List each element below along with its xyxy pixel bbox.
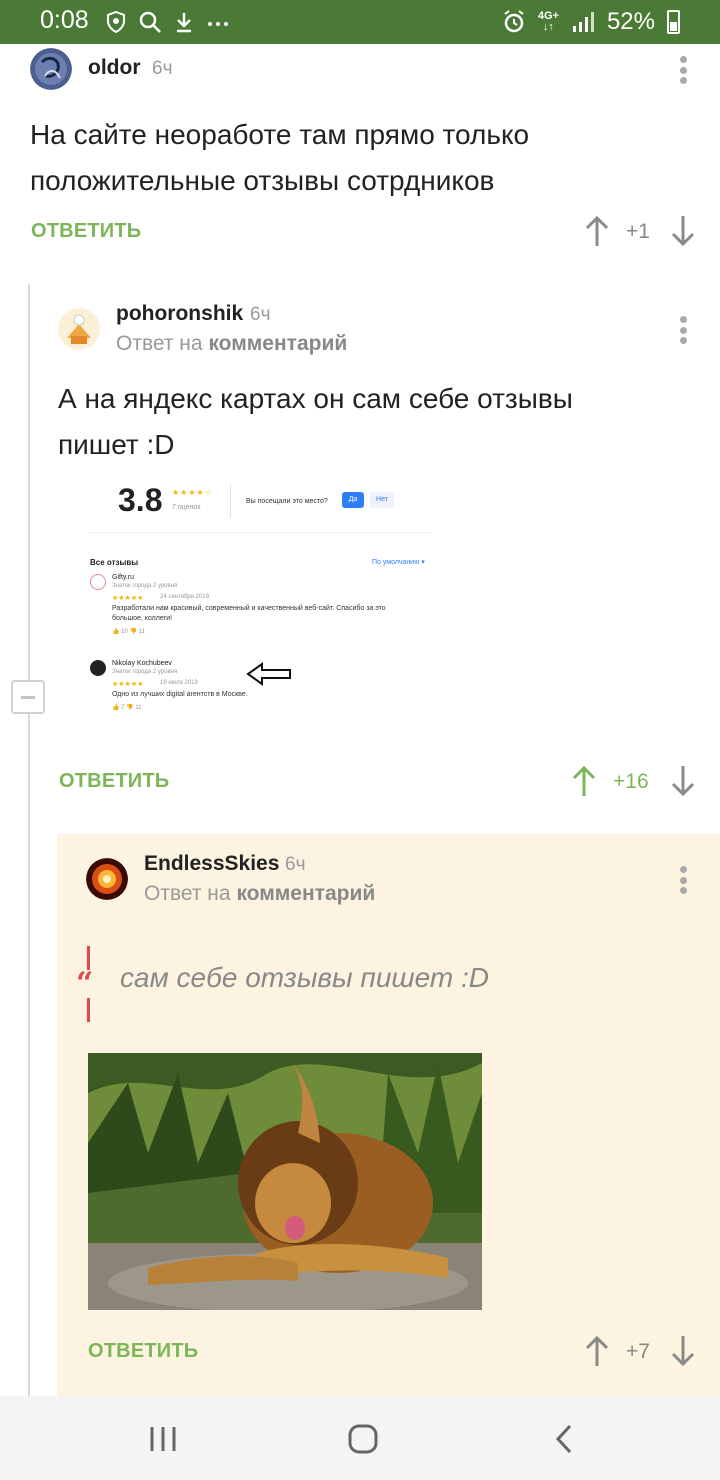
avatar[interactable] <box>58 308 100 350</box>
username[interactable]: EndlessSkies <box>144 852 279 876</box>
comment-image[interactable] <box>88 1053 482 1310</box>
reply-to: Ответ на комментарий <box>144 882 375 906</box>
shield-icon <box>107 10 125 34</box>
comment-score: +7 <box>626 1340 650 1363</box>
visited-yes: Да <box>342 492 364 508</box>
reply-button[interactable]: ОТВЕТИТЬ <box>88 1340 198 1363</box>
comment-image[interactable]: 3.8 ★★★★☆ 7 оценок Вы посещали это место… <box>88 474 432 726</box>
battery-icon <box>667 10 680 34</box>
comment-time: 6ч <box>152 58 173 79</box>
review-text: Разработали нам красивый, современный и … <box>112 605 386 622</box>
comment-score: +1 <box>626 220 650 243</box>
network-icon: 4G+ ↓↑ <box>538 11 559 33</box>
downvote-icon[interactable] <box>670 215 696 247</box>
reply-to-prefix: Ответ на <box>116 332 203 355</box>
clock: 0:08 <box>40 6 89 34</box>
reply-button[interactable]: ОТВЕТИТЬ <box>59 770 169 793</box>
visited-question: Вы посещали это место? <box>246 498 328 505</box>
more-dots-icon <box>208 22 228 26</box>
recent-apps-icon[interactable] <box>146 1422 180 1456</box>
reply-to-prefix: Ответ на <box>144 882 231 905</box>
review-text: Одно из лучших digital агентств в Москве… <box>112 691 248 698</box>
upvote-icon[interactable] <box>584 215 610 247</box>
comment-text: На сайте неоработе там прямо только поло… <box>30 112 529 204</box>
review-avatar <box>90 574 106 590</box>
review-stars: ★★★★★ <box>112 681 144 688</box>
quote-text: сам себе отзывы пишет :D <box>120 962 490 993</box>
rating-value: 3.8 <box>118 482 163 518</box>
review-stars: ★★★★★ <box>112 595 144 602</box>
divider <box>230 484 231 518</box>
signal-icon <box>572 12 594 32</box>
quote-bar <box>87 998 90 1022</box>
reply-to-link[interactable]: комментарий <box>208 332 347 355</box>
avatar[interactable] <box>86 858 128 900</box>
back-icon[interactable] <box>548 1422 582 1456</box>
review-item: Gifty.ru Знаток города 2 уровня ★★★★★ 24… <box>90 574 420 644</box>
reply-button[interactable]: ОТВЕТИТЬ <box>31 220 141 243</box>
downvote-icon[interactable] <box>670 1335 696 1367</box>
sort-label: По умолчанию ▾ <box>372 559 425 566</box>
review-likes: 👍 7 👎 11 <box>112 705 142 711</box>
review-level: Знаток города 2 уровня <box>112 669 178 675</box>
thread-line[interactable] <box>28 284 30 1396</box>
rating-stars: ★★★★☆ <box>172 488 213 497</box>
username[interactable]: oldor <box>88 56 141 80</box>
review-author: Gifty.ru <box>112 574 135 581</box>
review-avatar <box>90 660 106 676</box>
comment-text-line: А на яндекс картах он сам себе отзывы <box>58 383 573 414</box>
navigation-bar <box>0 1396 720 1480</box>
comment-time: 6ч <box>285 854 306 875</box>
comment-text-line: пишет :D <box>58 429 175 460</box>
comment-text-line: На сайте неоработе там прямо только <box>30 119 530 150</box>
comment-time: 6ч <box>250 304 271 325</box>
pointer-arrow-icon <box>246 662 291 686</box>
quote-icon: “ <box>76 966 94 1001</box>
downvote-icon[interactable] <box>670 765 696 797</box>
upvote-icon[interactable] <box>571 765 597 797</box>
rating-count: 7 оценок <box>172 504 201 511</box>
comment-text: А на яндекс картах он сам себе отзывы пи… <box>58 376 573 468</box>
review-author: Nikolay Kochubeev <box>112 660 172 667</box>
review-date: 24 сентября 2019 <box>160 594 209 600</box>
divider <box>88 532 432 533</box>
home-icon[interactable] <box>346 1422 380 1456</box>
network-activity: ↓↑ <box>542 21 554 33</box>
review-likes: 👍 10 👎 11 <box>112 629 145 635</box>
more-options-icon[interactable] <box>679 316 687 344</box>
comment-text-line: положительные отзывы сотрдников <box>30 165 495 196</box>
visited-no: Нет <box>370 492 394 508</box>
more-options-icon[interactable] <box>679 56 687 84</box>
comments-feed: oldor 6ч На сайте неоработе там прямо то… <box>0 44 720 1396</box>
review-level: Знаток города 2 уровня <box>112 583 178 589</box>
status-bar: 0:08 4G+ ↓↑ 52% <box>0 0 720 44</box>
download-icon <box>177 13 191 33</box>
comment-score: +16 <box>613 770 649 793</box>
battery-percent: 52% <box>606 8 655 35</box>
more-options-icon[interactable] <box>679 866 687 894</box>
reply-to-link[interactable]: комментарий <box>236 882 375 905</box>
collapse-thread-button[interactable] <box>11 680 45 714</box>
avatar[interactable] <box>30 48 72 90</box>
alarm-icon <box>504 10 524 33</box>
username[interactable]: pohoronshik <box>116 302 243 326</box>
upvote-icon[interactable] <box>584 1335 610 1367</box>
reply-to: Ответ на комментарий <box>116 332 347 356</box>
review-date: 19 июля 2019 <box>160 680 198 686</box>
all-reviews-title: Все отзывы <box>90 558 139 567</box>
search-icon <box>139 11 161 33</box>
